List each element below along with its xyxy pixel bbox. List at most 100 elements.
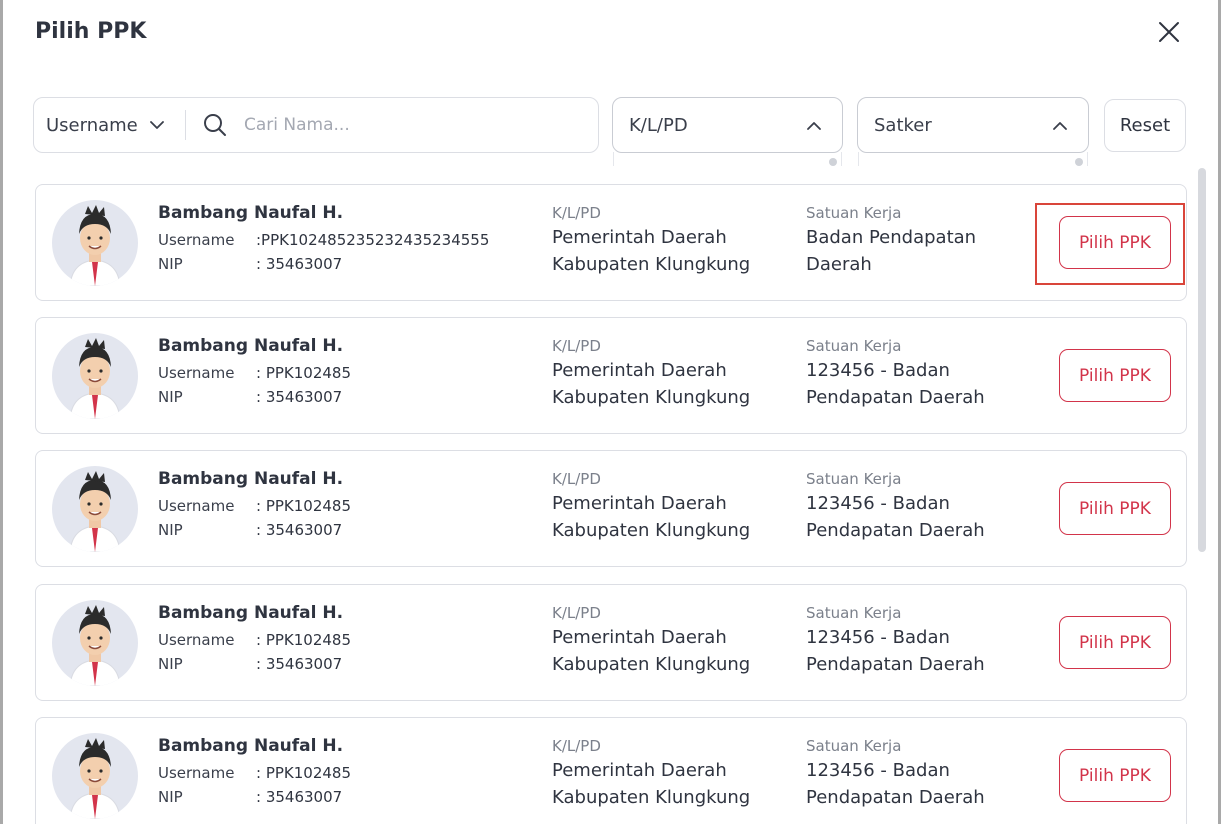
klpd-line-1: Pemerintah Daerah — [552, 493, 727, 514]
klpd-line-1: Pemerintah Daerah — [552, 627, 727, 648]
nip-value: : 35463007 — [256, 388, 343, 406]
pilih-ppk-button[interactable]: Pilih PPK — [1059, 216, 1171, 269]
search-box: Username — [33, 97, 599, 153]
nip-label: NIP — [158, 255, 183, 273]
ppk-name: Bambang Naufal H. — [158, 469, 344, 489]
avatar-icon — [69, 738, 121, 819]
ppk-name: Bambang Naufal H. — [158, 203, 344, 223]
klpd-value: Pemerintah Daerah Kabupaten Klungkung — [552, 490, 782, 544]
satker-value: 123456 - Badan Pendapatan Daerah — [806, 757, 1036, 811]
satker-select[interactable]: Satker — [857, 97, 1089, 153]
ppk-name: Bambang Naufal H. — [158, 336, 344, 356]
nip-label: NIP — [158, 655, 183, 673]
username-value: : PPK102485 — [256, 497, 352, 515]
chevron-up-icon — [807, 122, 821, 130]
username-label: Username — [158, 764, 235, 782]
klpd-value: Pemerintah Daerah Kabupaten Klungkung — [552, 757, 782, 811]
satker-label: Satuan Kerja — [806, 737, 902, 755]
klpd-line-1: Pemerintah Daerah — [552, 760, 727, 781]
satker-line-2: Pendapatan Daerah — [806, 654, 985, 675]
klpd-value: Pemerintah Daerah Kabupaten Klungkung — [552, 224, 782, 278]
satker-value: 123456 - Badan Pendapatan Daerah — [806, 490, 1036, 544]
klpd-line-1: Pemerintah Daerah — [552, 227, 727, 248]
klpd-line-2: Kabupaten Klungkung — [552, 387, 751, 408]
avatar — [52, 600, 138, 686]
nip-value: : 35463007 — [256, 788, 343, 806]
satker-value: 123456 - Badan Pendapatan Daerah — [806, 357, 1036, 411]
klpd-label: K/L/PD — [552, 337, 601, 355]
close-icon — [1159, 22, 1179, 42]
avatar — [52, 333, 138, 419]
chevron-down-icon — [149, 121, 164, 129]
pilih-ppk-dialog: Pilih PPK Username K/L/PD Satker — [3, 0, 1218, 824]
klpd-label: K/L/PD — [552, 204, 601, 222]
avatar-icon — [69, 605, 121, 686]
username-value: : PPK102485 — [256, 631, 352, 649]
satker-label: Satuan Kerja — [806, 470, 902, 488]
satker-line-1: 123456 - Badan — [806, 627, 950, 648]
username-label: Username — [158, 231, 235, 249]
satker-value: 123456 - Badan Pendapatan Daerah — [806, 624, 1036, 678]
chevron-up-icon — [1053, 122, 1067, 130]
ppk-card-4: Bambang Naufal H. Username : PPK102485 N… — [35, 584, 1187, 701]
avatar — [52, 466, 138, 552]
ppk-name: Bambang Naufal H. — [158, 736, 344, 756]
search-type-label: Username — [46, 114, 138, 136]
nip-value: : 35463007 — [256, 255, 343, 273]
klpd-label: K/L/PD — [552, 737, 601, 755]
avatar-icon — [69, 338, 121, 419]
satker-scroll-knob[interactable] — [1075, 158, 1083, 166]
satker-label: Satuan Kerja — [806, 604, 902, 622]
pilih-ppk-button[interactable]: Pilih PPK — [1059, 349, 1171, 402]
username-label: Username — [158, 631, 235, 649]
list-scroll-thumb[interactable] — [1198, 168, 1206, 552]
nip-label: NIP — [158, 388, 183, 406]
list-scrollbar[interactable] — [1198, 168, 1208, 824]
nip-value: : 35463007 — [256, 521, 343, 539]
username-value: : PPK102485 — [256, 364, 352, 382]
satker-line-2: Pendapatan Daerah — [806, 787, 985, 808]
klpd-label: K/L/PD — [552, 470, 601, 488]
klpd-select[interactable]: K/L/PD — [612, 97, 843, 153]
search-divider — [185, 110, 186, 140]
klpd-line-2: Kabupaten Klungkung — [552, 520, 751, 541]
pilih-ppk-button[interactable]: Pilih PPK — [1059, 749, 1171, 802]
username-value: :PPK10248523523243523455​5 — [256, 231, 490, 249]
ppk-card-1: Bambang Naufal H. Username :PPK102485235… — [35, 184, 1187, 301]
dialog-title: Pilih PPK — [35, 19, 147, 44]
nip-value: : 35463007 — [256, 655, 343, 673]
ppk-card-3: Bambang Naufal H. Username : PPK102485 N… — [35, 450, 1187, 567]
klpd-line-2: Kabupaten Klungkung — [552, 787, 751, 808]
search-icon — [204, 114, 226, 136]
satker-line-1: 123456 - Badan — [806, 360, 950, 381]
ppk-name: Bambang Naufal H. — [158, 603, 344, 623]
pilih-ppk-button[interactable]: Pilih PPK — [1059, 616, 1171, 669]
username-label: Username — [158, 364, 235, 382]
satker-dropdown-panel[interactable] — [858, 152, 1088, 166]
satker-line-2: Pendapatan Daerah — [806, 387, 985, 408]
klpd-value: Pemerintah Daerah Kabupaten Klungkung — [552, 624, 782, 678]
klpd-select-label: K/L/PD — [629, 114, 688, 136]
avatar — [52, 200, 138, 286]
klpd-value: Pemerintah Daerah Kabupaten Klungkung — [552, 357, 782, 411]
reset-button[interactable]: Reset — [1104, 99, 1186, 152]
search-input[interactable] — [244, 108, 584, 142]
ppk-card-5: Bambang Naufal H. Username : PPK102485 N… — [35, 717, 1187, 824]
pilih-ppk-button[interactable]: Pilih PPK — [1059, 482, 1171, 535]
klpd-dropdown-panel[interactable] — [613, 152, 842, 166]
klpd-scroll-knob[interactable] — [829, 158, 837, 166]
klpd-label: K/L/PD — [552, 604, 601, 622]
satker-select-label: Satker — [874, 114, 932, 136]
avatar-icon — [69, 471, 121, 552]
klpd-line-2: Kabupaten Klungkung — [552, 654, 751, 675]
username-value: : PPK102485 — [256, 764, 352, 782]
satker-value: Badan Pendapatan Daerah — [806, 224, 1036, 278]
klpd-line-1: Pemerintah Daerah — [552, 360, 727, 381]
satker-label: Satuan Kerja — [806, 337, 902, 355]
satker-line-1: 123456 - Badan — [806, 493, 950, 514]
klpd-line-2: Kabupaten Klungkung — [552, 254, 751, 275]
search-type-dropdown[interactable]: Username — [46, 98, 166, 152]
avatar-icon — [69, 205, 121, 286]
nip-label: NIP — [158, 788, 183, 806]
close-button[interactable] — [1155, 18, 1183, 46]
